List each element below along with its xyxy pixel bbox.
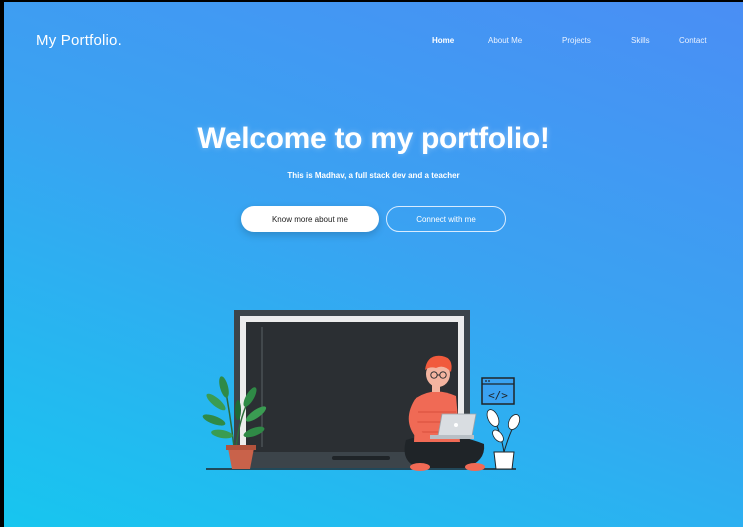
nav-about-me[interactable]: About Me [488,36,522,45]
main-nav: Home About Me Projects Skills Contact [4,36,743,50]
potted-plant-right [486,409,521,470]
know-more-button[interactable]: Know more about me [241,206,379,232]
code-icon: </> [481,377,515,405]
nav-projects[interactable]: Projects [562,36,591,45]
code-icon-text: </> [488,389,508,402]
nav-home[interactable]: Home [432,36,454,45]
developer-illustration: </> [202,310,521,471]
nav-contact[interactable]: Contact [679,36,707,45]
nav-skills[interactable]: Skills [631,36,650,45]
hero-title: Welcome to my portfolio! [197,122,550,155]
connect-button[interactable]: Connect with me [386,206,506,232]
page-frame: My Portfolio. Home About Me Projects Ski… [4,2,743,527]
hero-subtitle: This is Madhav, a full stack dev and a t… [287,171,460,180]
